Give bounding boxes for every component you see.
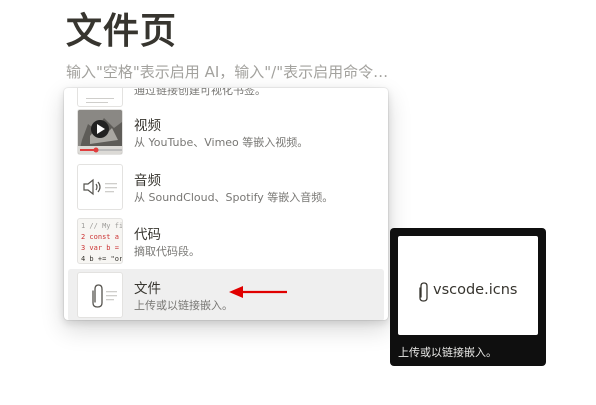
preview-tooltip: vscode.icns 上传或以链接嵌入。 xyxy=(390,228,546,366)
annotation-arrow xyxy=(229,286,287,298)
video-thumbnail-icon xyxy=(77,109,123,155)
tooltip-preview: vscode.icns xyxy=(398,236,538,335)
code-icon: 1 // My fi 2 const a 3 var b = 4 b += "o… xyxy=(77,218,123,264)
menu-item-desc: 从 SoundCloud、Spotify 等嵌入音频。 xyxy=(134,191,334,204)
menu-item-desc: 通过链接创建可视化书签。 xyxy=(134,88,266,97)
menu-item-title: 音频 xyxy=(134,173,161,189)
paperclip-icon xyxy=(419,282,428,302)
tooltip-caption: 上传或以链接嵌入。 xyxy=(398,346,497,359)
menu-item-title: 文件 xyxy=(134,281,161,297)
menu-item-audio[interactable]: 音频 从 SoundCloud、Spotify 等嵌入音频。 xyxy=(68,161,384,213)
code-preview-line: 2 const a xyxy=(81,233,119,241)
menu-item-title: 视频 xyxy=(134,118,161,134)
menu-item-video[interactable]: 视频 从 YouTube、Vimeo 等嵌入视频。 xyxy=(68,106,384,158)
speaker-icon xyxy=(77,164,123,210)
menu-item-code[interactable]: 1 // My fi 2 const a 3 var b = 4 b += "o… xyxy=(68,215,384,267)
menu-item-desc: 上传或以链接嵌入。 xyxy=(134,299,233,312)
code-preview-line: 4 b += "or xyxy=(81,255,123,263)
block-placeholder[interactable]: 输入"空格"表示启用 AI，输入"/"表示启用命令… xyxy=(66,61,388,82)
code-preview-line: 3 var b = xyxy=(81,244,119,252)
bookmark-icon xyxy=(77,88,123,107)
paperclip-icon xyxy=(77,272,123,318)
tooltip-file-name: vscode.icns xyxy=(433,282,518,298)
page-title[interactable]: 文件页 xyxy=(66,2,177,54)
menu-item-title: 代码 xyxy=(134,227,161,243)
code-preview-line: 1 // My fi xyxy=(81,222,123,230)
menu-item-desc: 从 YouTube、Vimeo 等嵌入视频。 xyxy=(134,136,309,149)
menu-item-desc: 摘取代码段。 xyxy=(134,245,200,258)
